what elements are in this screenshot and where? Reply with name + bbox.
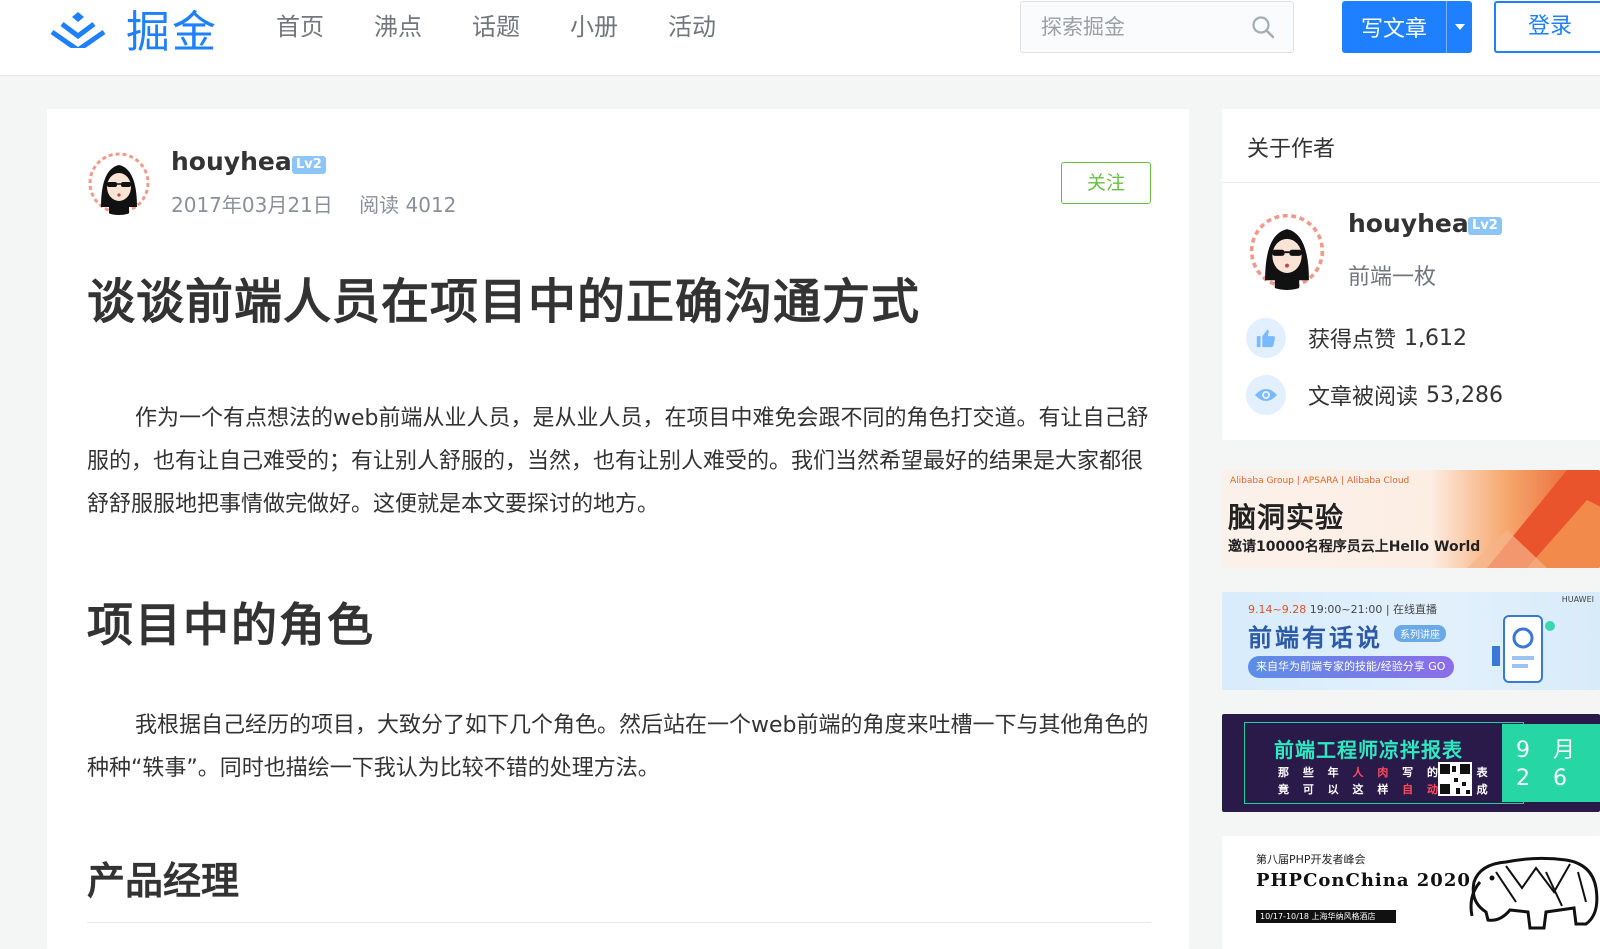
ad-phone-graphic — [1492, 615, 1555, 683]
read-count: 阅读 4012 — [359, 193, 457, 217]
section-heading: 项目中的角色 — [87, 598, 375, 652]
nav-books[interactable]: 小册 — [570, 8, 618, 46]
ad-subtitle: 邀请10000名程序员云上Hello World — [1228, 539, 1481, 555]
nav-events[interactable]: 活动 — [668, 8, 716, 46]
likes-count: 1,612 — [1404, 325, 1467, 351]
write-article-label: 写文章 — [1360, 17, 1427, 42]
ad-banner-frontend-talk[interactable]: 9.14~9.28 19:00~21:00 | 在线直播 前端有话说 系列讲座 … — [1222, 592, 1600, 690]
reads-label: 文章被阅读 — [1308, 385, 1419, 410]
search-icon[interactable] — [1251, 15, 1275, 39]
follow-button[interactable]: 关注 — [1061, 162, 1151, 204]
search-box — [1020, 1, 1294, 53]
article-paragraph: 我根据自己经历的项目，大致分了如下几个角色。然后站在一个web前端的角度来吐槽一… — [87, 713, 1149, 781]
ad-sponsor-line: Alibaba Group | APSARA | Alibaba Cloud — [1230, 476, 1410, 486]
ad-decoration-graphic — [1467, 470, 1600, 568]
write-menu-toggle[interactable] — [1446, 1, 1472, 53]
ad-date-time: 19:00~21:00 | 在线直播 — [1306, 603, 1438, 616]
write-article-button[interactable]: 写文章 — [1342, 1, 1472, 53]
ad-date: 9.14~9.28 19:00~21:00 | 在线直播 — [1248, 601, 1437, 617]
search-input[interactable] — [1021, 2, 1241, 52]
article-title: 谈谈前端人员在项目中的正确沟通方式 — [87, 274, 921, 330]
article-meta: 2017年03月21日 阅读 4012 — [171, 189, 456, 218]
nav-home[interactable]: 首页 — [276, 8, 324, 46]
juejin-logo-icon — [50, 12, 106, 48]
ad-date-range: 9.14~9.28 — [1248, 603, 1307, 616]
author-bio: 前端一枚 — [1348, 265, 1437, 290]
ad-title: PHPConChina 2020 — [1256, 870, 1471, 891]
main-nav: 首页 沸点 话题 小册 活动 — [276, 8, 766, 46]
ad-calendar-month: 9 月 — [1516, 738, 1583, 763]
reads-stat: 文章被阅读 53,286 — [1246, 375, 1503, 415]
ad-calendar: 9 月 2 6 — [1502, 724, 1600, 802]
avatar-image — [87, 151, 151, 215]
article-paragraph: 作为一个有点想法的web前端从业人员，是从业人员，在项目中难免会跟不同的角色打交… — [87, 406, 1149, 517]
publish-date: 2017年03月21日 — [171, 193, 333, 217]
nav-topics[interactable]: 话题 — [472, 8, 520, 46]
likes-stat: 获得点赞 1,612 — [1246, 318, 1467, 358]
ad-banner-brain-lab[interactable]: Alibaba Group | APSARA | Alibaba Cloud 脑… — [1222, 470, 1600, 568]
article-card: houyhea Lv2 2017年03月21日 阅读 4012 关注 谈谈前端人… — [47, 109, 1189, 949]
ad-title: 前端有话说 — [1248, 624, 1383, 652]
top-header: 掘金 首页 沸点 话题 小册 活动 写文章 登录 — [0, 0, 1600, 76]
caret-down-icon — [1454, 24, 1465, 30]
likes-label: 获得点赞 — [1308, 328, 1397, 353]
subsection-heading: 产品经理 — [87, 859, 240, 903]
ad-cta-pill: 来自华为前端专家的技能/经验分享 GO — [1248, 656, 1454, 678]
sidebar-author-name[interactable]: houyhea — [1348, 209, 1469, 238]
sidebar-level-badge: Lv2 — [1468, 217, 1502, 235]
ad-date-bar: 10/17-10/18 上海华纳风格酒店 — [1256, 910, 1396, 923]
ad-subtitle: 第八届PHP开发者峰会 — [1256, 853, 1366, 866]
avatar-image — [1248, 212, 1326, 290]
heading-divider — [87, 922, 1151, 923]
author-name[interactable]: houyhea — [171, 147, 292, 176]
level-badge: Lv2 — [292, 156, 326, 174]
elephant-icon — [1469, 856, 1599, 930]
qr-code-icon — [1438, 762, 1472, 796]
ad-title: 前端工程师凉拌报表 — [1274, 738, 1463, 762]
eye-icon — [1246, 375, 1286, 415]
ad-banner-phpconchina[interactable]: 第八届PHP开发者峰会 PHPConChina 2020 10/17-10/18… — [1222, 836, 1600, 949]
logo-text: 掘金 — [126, 7, 218, 58]
author-avatar[interactable] — [87, 151, 151, 215]
thumbs-up-icon — [1246, 318, 1286, 358]
ad-banner-report-workshop[interactable]: 前端工程师凉拌报表 那 些 年 人 肉 写 的 报 表 竟 可 以 这 样 自 … — [1222, 714, 1600, 812]
juejin-logo[interactable]: 掘金 — [48, 0, 218, 58]
about-author-panel: 关于作者 houyhea Lv2 前端一枚 获得点赞 1,612 文章被阅读 5… — [1222, 109, 1600, 440]
about-author-title: 关于作者 — [1222, 109, 1600, 183]
ad-calendar-day: 2 6 — [1516, 766, 1575, 791]
ad-brand: HUAWEI — [1561, 595, 1594, 604]
login-button[interactable]: 登录 — [1494, 1, 1600, 53]
sidebar-author-avatar[interactable] — [1248, 212, 1326, 290]
reads-count: 53,286 — [1426, 382, 1503, 408]
ad-tag: 系列讲座 — [1394, 625, 1446, 642]
ad-title: 脑洞实验 — [1228, 501, 1345, 534]
nav-pins[interactable]: 沸点 — [374, 8, 422, 46]
